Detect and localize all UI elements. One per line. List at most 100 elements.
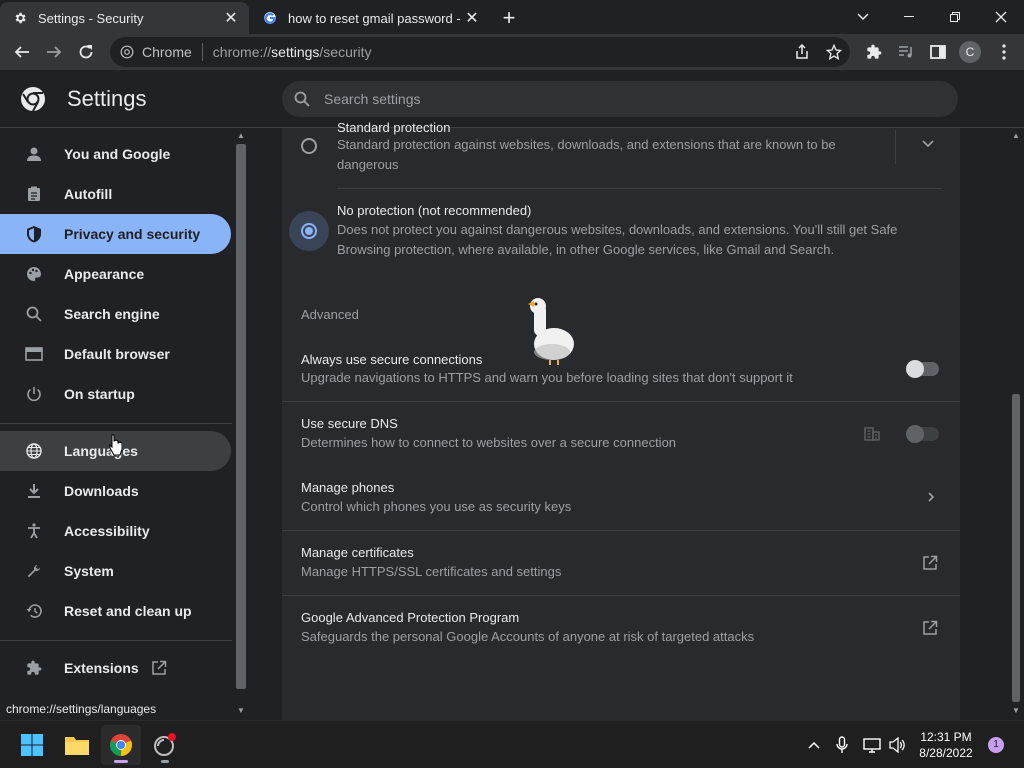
secure-dns-toggle[interactable] <box>906 425 939 443</box>
history-icon <box>24 601 44 621</box>
close-icon[interactable]: ✕ <box>462 8 482 28</box>
sidebar-scrollbar[interactable]: ▲ ▼ <box>233 128 249 720</box>
main-scroll-thumb[interactable] <box>1012 394 1020 702</box>
sidebar-item-label: Extensions <box>64 660 139 676</box>
tab-settings-security[interactable]: Settings - Security ✕ <box>0 2 249 34</box>
profile-avatar[interactable]: C <box>959 41 981 63</box>
sidebar-item-default-browser[interactable]: Default browser <box>0 334 231 374</box>
settings-search-box[interactable] <box>282 81 958 117</box>
secure-connections-row[interactable]: Always use secure connections Upgrade na… <box>282 338 960 402</box>
no-protection-radio[interactable] <box>301 223 317 239</box>
chrome-icon <box>120 45 134 59</box>
sidebar-item-system[interactable]: System <box>0 551 231 591</box>
chrome-taskbar-icon[interactable] <box>101 725 141 765</box>
manage-certificates-row[interactable]: Manage certificates Manage HTTPS/SSL cer… <box>282 531 960 595</box>
media-control-icon[interactable] <box>892 38 920 66</box>
windows-start-button[interactable] <box>12 725 52 765</box>
browser-toolbar: Chrome chrome://settings/security C <box>0 34 1024 70</box>
no-protection-option[interactable]: No protection (not recommended) Does not… <box>282 189 960 269</box>
scroll-down-arrow-icon[interactable]: ▼ <box>1011 706 1021 716</box>
address-bar[interactable]: Chrome chrome://settings/security <box>110 37 850 67</box>
manage-certificates-desc: Manage HTTPS/SSL certificates and settin… <box>301 564 562 579</box>
back-button[interactable] <box>8 38 36 66</box>
volume-icon[interactable] <box>888 735 908 755</box>
secure-connections-toggle[interactable] <box>906 360 939 378</box>
sidebar-item-you-and-google[interactable]: You and Google <box>0 134 231 174</box>
secure-dns-title: Use secure DNS <box>301 416 398 431</box>
search-icon <box>294 91 310 107</box>
chevron-right-icon[interactable] <box>928 492 934 502</box>
clock-time: 12:31 PM <box>920 730 972 744</box>
share-icon[interactable] <box>788 38 816 66</box>
advanced-protection-row[interactable]: Google Advanced Protection Program Safeg… <box>282 596 960 660</box>
notification-badge[interactable]: 1 <box>988 737 1004 753</box>
app-with-badge-icon[interactable] <box>145 725 185 765</box>
gear-icon <box>12 10 28 26</box>
secure-connections-desc: Upgrade navigations to HTTPS and warn yo… <box>301 370 793 385</box>
puzzle-icon <box>24 658 44 678</box>
extensions-puzzle-icon[interactable] <box>860 38 888 66</box>
tab-gmail-search[interactable]: how to reset gmail password - Go ✕ <box>250 2 490 34</box>
search-input[interactable] <box>324 91 924 107</box>
mouse-pointer-icon <box>108 434 123 456</box>
manage-phones-row[interactable]: Manage phones Control which phones you u… <box>282 466 960 530</box>
sidebar-item-label: Appearance <box>64 266 145 282</box>
network-icon[interactable] <box>862 735 882 755</box>
toggle-knob <box>906 360 924 378</box>
bookmark-star-icon[interactable] <box>820 38 848 66</box>
close-icon[interactable]: ✕ <box>221 8 241 28</box>
running-indicator <box>114 760 128 763</box>
taskbar-clock[interactable]: 12:31 PM 8/28/2022 <box>912 729 980 761</box>
search-icon <box>24 304 44 324</box>
page-title: Settings <box>67 86 147 111</box>
sidebar-scroll-thumb[interactable] <box>236 144 246 689</box>
chevron-down-icon[interactable] <box>922 140 934 148</box>
reload-button[interactable] <box>72 38 100 66</box>
main-scrollbar[interactable]: ▲ ▼ <box>1008 128 1024 720</box>
globe-icon <box>24 441 44 461</box>
status-url-bubble: chrome://settings/languages <box>0 700 163 720</box>
advanced-protection-desc: Safeguards the personal Google Accounts … <box>301 629 755 644</box>
sidebar-item-label: System <box>64 563 114 579</box>
open-external-icon <box>151 660 167 676</box>
sidebar-item-privacy-and-security[interactable]: Privacy and security <box>0 214 231 254</box>
standard-protection-option[interactable]: Standard protection Standard protection … <box>282 120 960 188</box>
standard-protection-radio[interactable] <box>301 138 317 154</box>
no-protection-desc-line1: Does not protect you against dangerous w… <box>337 222 898 237</box>
tab-search-chevron-icon[interactable] <box>840 4 886 30</box>
standard-protection-desc-line1: Standard protection against websites, do… <box>337 137 836 152</box>
sidebar-item-accessibility[interactable]: Accessibility <box>0 511 231 551</box>
menu-kebab-icon[interactable] <box>990 38 1018 66</box>
sidebar-item-extensions[interactable]: Extensions <box>0 648 231 688</box>
google-icon <box>262 10 278 26</box>
omnibox-url: chrome://settings/security <box>213 44 372 60</box>
sidebar-item-on-startup[interactable]: On startup <box>0 374 231 414</box>
scroll-up-arrow-icon[interactable]: ▲ <box>1011 131 1021 141</box>
scroll-up-arrow-icon[interactable]: ▲ <box>236 131 246 141</box>
clipboard-icon <box>24 184 44 204</box>
sidebar-item-downloads[interactable]: Downloads <box>0 471 231 511</box>
microphone-icon[interactable] <box>832 735 852 755</box>
forward-button[interactable] <box>40 38 68 66</box>
shield-icon <box>24 224 44 244</box>
sidebar-item-search-engine[interactable]: Search engine <box>0 294 231 334</box>
close-window-button[interactable] <box>978 4 1024 30</box>
open-external-icon[interactable] <box>922 620 938 636</box>
sidebar-item-label: Downloads <box>64 483 139 499</box>
new-tab-button[interactable]: + <box>497 5 521 30</box>
sidebar-item-reset-and-clean-up[interactable]: Reset and clean up <box>0 591 231 631</box>
side-panel-icon[interactable] <box>924 38 952 66</box>
restore-button[interactable] <box>932 4 978 30</box>
chevron-up-icon[interactable] <box>804 735 824 755</box>
sidebar-item-label: Languages <box>64 443 138 459</box>
scroll-down-arrow-icon[interactable]: ▼ <box>236 706 246 716</box>
power-icon <box>24 384 44 404</box>
minimize-button[interactable] <box>886 4 932 30</box>
open-external-icon[interactable] <box>922 555 938 571</box>
file-explorer-icon[interactable] <box>57 725 97 765</box>
secure-dns-row[interactable]: Use secure DNS Determines how to connect… <box>282 402 960 466</box>
clock-date: 8/28/2022 <box>919 746 973 760</box>
sidebar-item-autofill[interactable]: Autofill <box>0 174 231 214</box>
browser-icon <box>24 344 44 364</box>
sidebar-item-appearance[interactable]: Appearance <box>0 254 231 294</box>
